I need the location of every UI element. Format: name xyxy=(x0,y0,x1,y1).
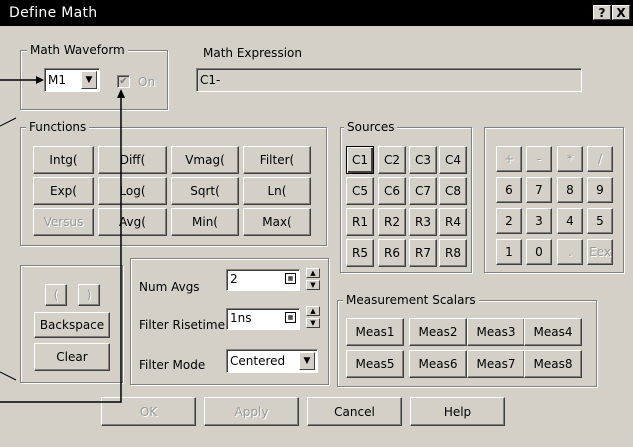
callout-arrowhead xyxy=(117,89,125,98)
callout-arrowhead xyxy=(36,76,44,84)
callout-line xyxy=(0,96,122,403)
callout-line xyxy=(0,371,17,381)
callout-line xyxy=(0,117,17,127)
callout-lines xyxy=(0,76,125,403)
